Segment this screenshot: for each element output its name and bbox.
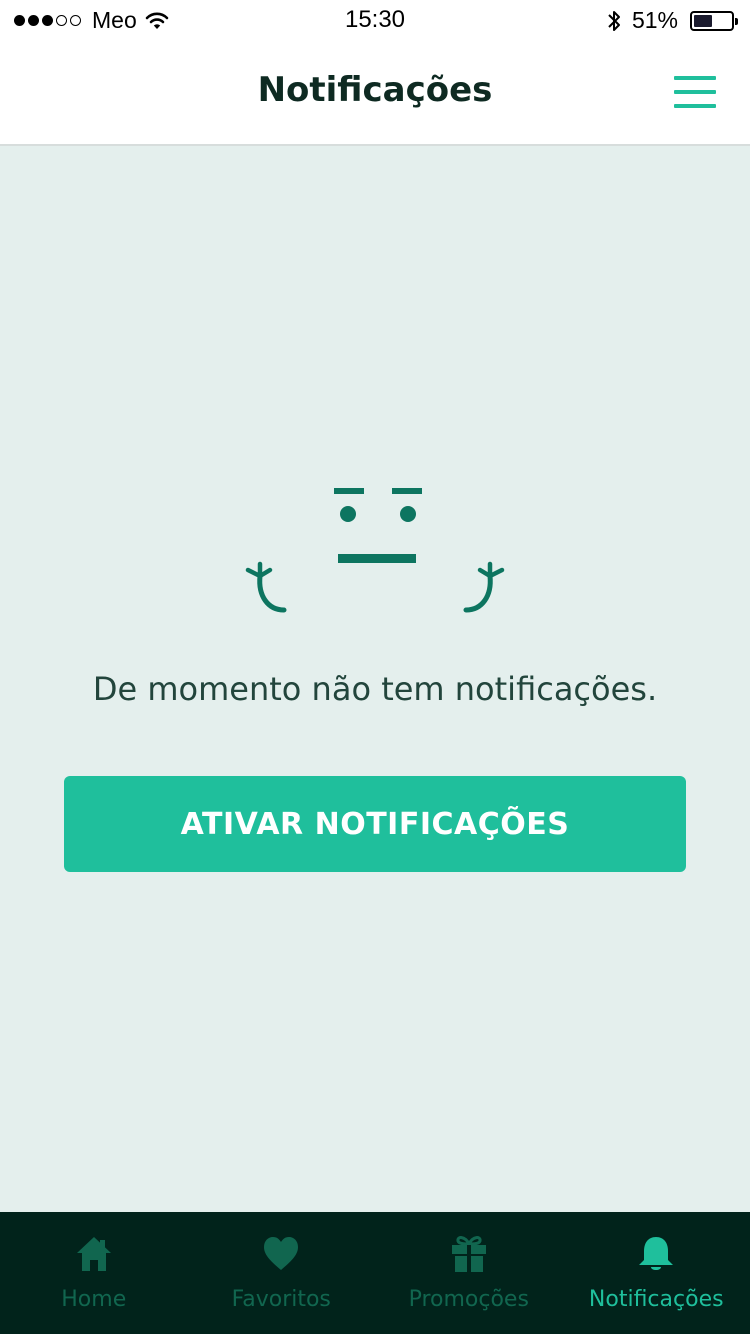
tab-label: Promoções bbox=[408, 1287, 529, 1312]
navigation-bar: Notificações bbox=[0, 40, 750, 146]
tab-home[interactable]: Home bbox=[0, 1212, 188, 1334]
page-title: Notificações bbox=[257, 70, 493, 110]
tab-notificacoes[interactable]: Notificações bbox=[563, 1212, 750, 1334]
status-bar: Meo 15:30 51% bbox=[0, 0, 750, 40]
battery-level bbox=[694, 14, 712, 27]
heart-icon bbox=[264, 1237, 299, 1270]
tab-bar: Home Favoritos Promoções Notificações bbox=[0, 1212, 750, 1334]
tab-label: Notificações bbox=[588, 1287, 724, 1312]
home-icon bbox=[76, 1237, 111, 1271]
tab-favoritos[interactable]: Favoritos bbox=[188, 1212, 376, 1334]
bluetooth-icon bbox=[608, 10, 620, 31]
tab-promocoes[interactable]: Promoções bbox=[375, 1212, 563, 1334]
empty-state-message: De momento não tem notificações. bbox=[92, 670, 658, 708]
main-content: De momento não tem notificações. ATIVAR … bbox=[0, 146, 750, 1212]
enable-notifications-button[interactable]: ATIVAR NOTIFICAÇÕES bbox=[64, 776, 686, 872]
tab-label: Favoritos bbox=[231, 1287, 331, 1312]
gift-icon bbox=[451, 1236, 486, 1272]
battery-icon bbox=[690, 10, 738, 31]
bell-icon bbox=[639, 1237, 674, 1270]
tab-label: Home bbox=[61, 1287, 127, 1312]
status-right: 51% bbox=[606, 7, 738, 34]
battery-percentage: 51% bbox=[631, 7, 678, 33]
hamburger-menu-icon[interactable] bbox=[674, 76, 716, 108]
shrug-face-icon bbox=[245, 488, 505, 613]
